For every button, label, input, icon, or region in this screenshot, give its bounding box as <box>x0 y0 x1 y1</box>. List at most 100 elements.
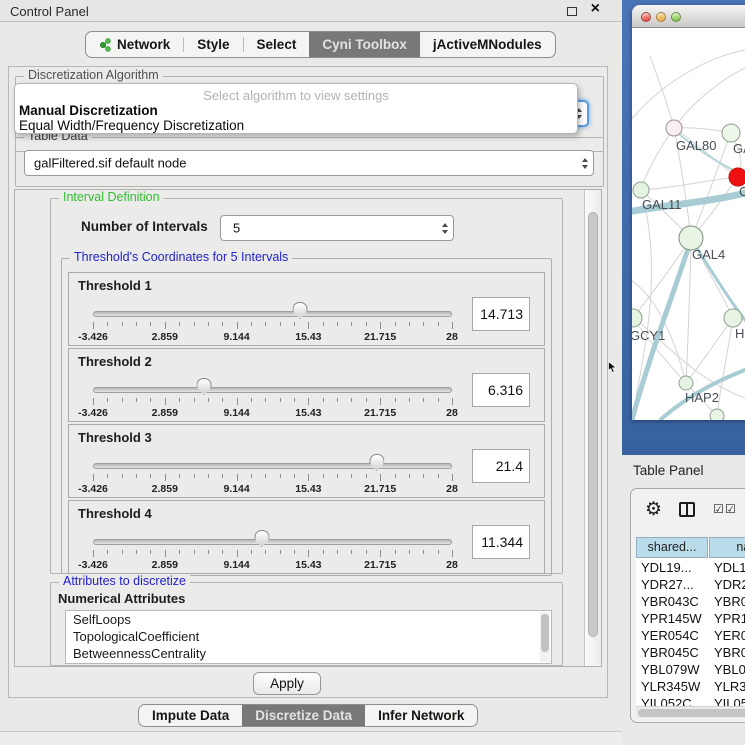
table-cell[interactable]: YLR345W <box>636 678 708 695</box>
table-data-combobox[interactable]: galFiltered.sif default node <box>24 150 594 176</box>
tab-jactivemnodules[interactable]: jActiveMNodules <box>420 32 555 57</box>
table-cell[interactable]: YER05 <box>708 627 745 644</box>
table-cell[interactable]: YBR043C <box>636 593 708 610</box>
network-edge[interactable] <box>633 238 691 318</box>
numerical-attributes-list[interactable]: SelfLoopsTopologicalCoefficientBetweenne… <box>65 610 552 664</box>
threshold-slider[interactable]: -3.4262.8599.14415.4321.71528 <box>93 295 452 345</box>
network-node[interactable] <box>633 182 649 198</box>
network-node[interactable] <box>722 124 740 142</box>
attribute-item[interactable]: SelfLoops <box>66 611 551 628</box>
table-cell[interactable]: YPR145W <box>636 610 708 627</box>
table-cell[interactable]: YER054C <box>636 627 708 644</box>
tab-select[interactable]: Select <box>244 32 310 57</box>
network-edge[interactable] <box>641 128 674 190</box>
slider-track[interactable] <box>93 463 452 469</box>
network-node[interactable] <box>724 309 742 327</box>
threshold-slider[interactable]: -3.4262.8599.14415.4321.71528 <box>93 523 452 573</box>
table-row[interactable]: YBR045CYBR04 <box>636 644 745 661</box>
float-window-icon[interactable] <box>567 7 577 16</box>
network-window-titlebar[interactable] <box>632 5 745 28</box>
table-cell[interactable]: YBL07 <box>708 661 745 678</box>
column-header-name[interactable]: name <box>709 537 745 558</box>
apply-button[interactable]: Apply <box>253 672 321 695</box>
combo-arrows-icon[interactable] <box>437 217 452 239</box>
table-cell[interactable]: YPR14 <box>708 610 745 627</box>
dropdown-option-manual-discretization[interactable]: Manual Discretization <box>19 103 158 118</box>
network-node[interactable] <box>679 376 693 390</box>
table-row[interactable]: YBR043CYBR04 <box>636 593 745 610</box>
slider-track[interactable] <box>93 539 452 545</box>
tab-network[interactable]: Network <box>86 32 183 57</box>
split-view-icon[interactable] <box>679 502 695 517</box>
table-cell[interactable]: YDR27... <box>636 576 708 593</box>
table-row[interactable]: YDR27...YDR27 <box>636 576 745 593</box>
column-header-shared-name[interactable]: shared... <box>636 537 708 558</box>
network-node[interactable] <box>710 409 724 420</box>
table-cell[interactable]: YLR34 <box>708 678 745 695</box>
gear-icon[interactable]: ⚙ <box>645 498 662 521</box>
threshold-value-field[interactable]: 14.713 <box>472 297 530 331</box>
network-node[interactable] <box>666 120 682 136</box>
panel-scrollbar-thumb[interactable] <box>588 212 598 637</box>
network-edge[interactable] <box>686 318 733 383</box>
tab-impute-data[interactable]: Impute Data <box>139 705 242 726</box>
table-cell[interactable]: YBR04 <box>708 593 745 610</box>
node-label: HAP2 <box>685 390 719 405</box>
threshold-value-field[interactable]: 21.4 <box>472 449 530 483</box>
table-cell[interactable]: YDL19... <box>636 559 708 576</box>
table-hscrollbar[interactable] <box>636 706 745 718</box>
attribute-item[interactable]: TopologicalCoefficient <box>66 628 551 645</box>
threshold-value-field[interactable]: 11.344 <box>472 525 530 559</box>
table-cell[interactable]: YBR045C <box>636 644 708 661</box>
tick-mark <box>280 474 281 478</box>
tab-cyni-toolbox[interactable]: Cyni Toolbox <box>309 32 420 57</box>
threshold-slider[interactable]: -3.4262.8599.14415.4321.71528 <box>93 447 452 497</box>
close-icon[interactable]: × <box>591 0 600 18</box>
table-cell[interactable]: YDL19 <box>708 559 745 576</box>
tab-discretize-data[interactable]: Discretize Data <box>242 705 365 726</box>
tab-style[interactable]: Style <box>184 32 242 57</box>
dropdown-option-equal-width[interactable]: Equal Width/Frequency Discretization <box>19 118 244 133</box>
checkbox-icon[interactable]: ☑ <box>713 502 724 516</box>
table-row[interactable]: YDL19...YDL19 <box>636 559 745 576</box>
close-light-icon[interactable] <box>641 12 651 22</box>
table-hscrollbar-thumb[interactable] <box>638 709 745 717</box>
network-edge[interactable] <box>674 68 745 128</box>
table-row[interactable]: YLR345WYLR34 <box>636 678 745 695</box>
threshold-value-field[interactable]: 6.316 <box>472 373 530 407</box>
network-edge[interactable] <box>650 56 674 128</box>
tick-mark <box>452 322 453 329</box>
table-row[interactable]: YPR145WYPR14 <box>636 610 745 627</box>
dropdown-placeholder: Select algorithm to view settings <box>15 88 577 103</box>
panel-scrollbar[interactable] <box>584 190 601 666</box>
table-row[interactable]: YER054CYER05 <box>636 627 745 644</box>
network-canvas[interactable]: GAL80GAGAL11CGAL4GCY1HHAP2 <box>632 28 745 420</box>
table-row[interactable]: YBL079WYBL07 <box>636 661 745 678</box>
network-edge[interactable] <box>632 50 745 124</box>
threshold-slider[interactable]: -3.4262.8599.14415.4321.71528 <box>93 371 452 421</box>
table-cell[interactable]: YBL079W <box>636 661 708 678</box>
network-edge[interactable] <box>717 318 733 416</box>
tick-label: 9.144 <box>223 483 249 495</box>
tick-mark <box>438 550 439 554</box>
network-graph[interactable]: GAL80GAGAL11CGAL4GCY1HHAP2 <box>632 28 745 420</box>
zoom-light-icon[interactable] <box>671 12 681 22</box>
list-scrollbar-thumb[interactable] <box>541 614 549 652</box>
node-label: GAL4 <box>692 247 725 262</box>
network-window[interactable]: GAL80GAGAL11CGAL4GCY1HHAP2 <box>632 5 745 420</box>
attribute-item[interactable]: BetweennessCentrality <box>66 645 551 662</box>
checkbox-icon[interactable]: ☑ <box>725 502 736 516</box>
network-edge[interactable] <box>641 177 738 190</box>
table-cell[interactable]: YBR04 <box>708 644 745 661</box>
tab-infer-network[interactable]: Infer Network <box>365 705 477 726</box>
num-intervals-combobox[interactable]: 5 <box>220 215 454 241</box>
slider-track[interactable] <box>93 387 452 393</box>
tick-mark <box>438 322 439 326</box>
table-cell[interactable]: YDR27 <box>708 576 745 593</box>
network-node[interactable] <box>632 309 642 327</box>
list-scrollbar[interactable] <box>540 612 550 662</box>
minimize-light-icon[interactable] <box>656 12 666 22</box>
combo-arrows-icon[interactable] <box>577 152 592 174</box>
network-window-frame[interactable]: GAL80GAGAL11CGAL4GCY1HHAP2 <box>622 0 745 455</box>
slider-track[interactable] <box>93 311 452 317</box>
